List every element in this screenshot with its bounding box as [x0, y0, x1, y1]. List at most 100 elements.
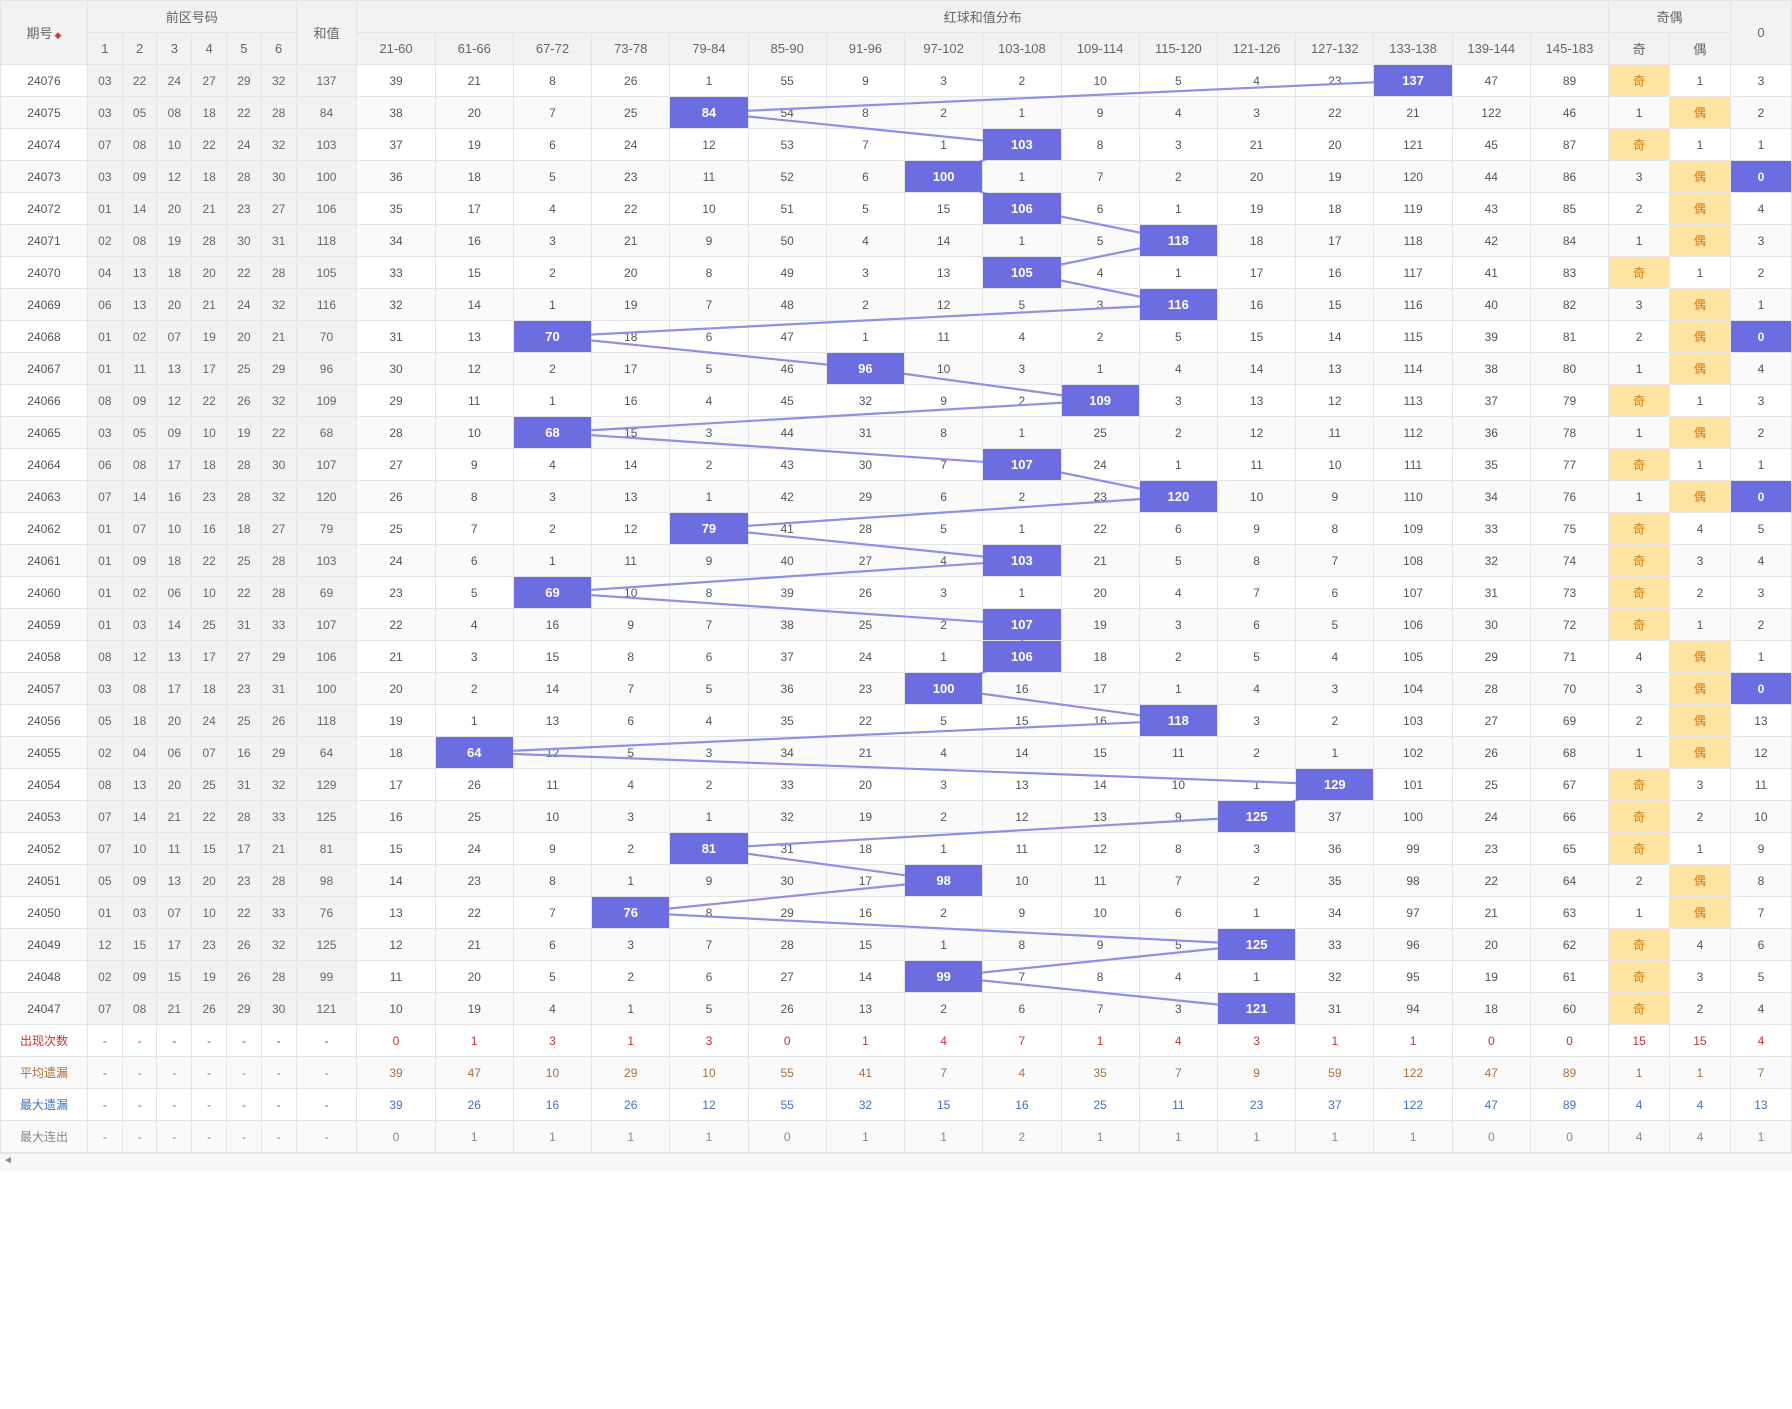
cell-ball: 02: [87, 737, 122, 769]
cell-dist: 16: [1061, 705, 1139, 737]
cell-even: 2: [1670, 801, 1731, 833]
cell-dist: 100: [1374, 801, 1452, 833]
cell-issue: 24074: [1, 129, 88, 161]
cell-dist: 8: [513, 65, 591, 97]
cell-even: 1: [1670, 609, 1731, 641]
cell-dist: 44: [748, 417, 826, 449]
cell-ball: 01: [87, 193, 122, 225]
cell-odd: 奇: [1609, 449, 1670, 481]
cell-dist: 112: [1374, 417, 1452, 449]
cell-odd: 奇: [1609, 65, 1670, 97]
cell-dist: 7: [592, 673, 670, 705]
cell-dist: 30: [1452, 609, 1530, 641]
cell-dist: 105: [1374, 641, 1452, 673]
cell-odd: 奇: [1609, 929, 1670, 961]
stat-row: 出现次数-------013130147143110015154: [1, 1025, 1792, 1057]
cell-dist: 6: [670, 961, 748, 993]
stat-cell: 0: [1452, 1025, 1530, 1057]
cell-dist: 2: [1217, 737, 1295, 769]
cell-dist: 29: [357, 385, 435, 417]
cell-ball: 01: [87, 577, 122, 609]
cell-dist: 38: [357, 97, 435, 129]
cell-even: 偶: [1670, 161, 1731, 193]
cell-ball: 09: [122, 385, 157, 417]
cell-ball: 22: [192, 129, 227, 161]
cell-dist: 7: [513, 897, 591, 929]
cell-dist: 7: [670, 929, 748, 961]
cell-ball: 20: [192, 865, 227, 897]
cell-dist: 1: [905, 641, 983, 673]
cell-dist: 3: [905, 769, 983, 801]
col-issue[interactable]: 期号◆: [1, 1, 88, 65]
cell-ball: 03: [87, 673, 122, 705]
stat-cell: 7: [1730, 1057, 1791, 1089]
cell-ball: 14: [122, 801, 157, 833]
cell-dist: 61: [1530, 961, 1608, 993]
table-row: 2406608091222263210929111164453292109313…: [1, 385, 1792, 417]
cell-ball: 22: [227, 897, 262, 929]
cell-dist: 47: [1452, 65, 1530, 97]
cell-issue: 24048: [1, 961, 88, 993]
cell-dist-hit: 107: [983, 449, 1061, 481]
cell-ball: 32: [261, 385, 296, 417]
cell-zero: 4: [1730, 545, 1791, 577]
cell-ball: 08: [87, 641, 122, 673]
col-range: 103-108: [983, 33, 1061, 65]
cell-dist: 3: [670, 737, 748, 769]
cell-dist: 31: [748, 833, 826, 865]
cell-sum: 100: [296, 673, 357, 705]
scroll-left-icon[interactable]: ◄: [3, 1155, 13, 1166]
cell-dist: 8: [435, 481, 513, 513]
cell-dist-hit: 100: [905, 673, 983, 705]
table-row: 2405207101115172181152492813118111128336…: [1, 833, 1792, 865]
cell-dist: 4: [513, 193, 591, 225]
cell-dist: 29: [1452, 641, 1530, 673]
cell-ball: 23: [192, 481, 227, 513]
table-container: 期号◆ 前区号码 和值 红球和值分布 奇偶 0 12345621-6061-66…: [0, 0, 1792, 1171]
cell-ball: 22: [261, 417, 296, 449]
cell-ball: 01: [87, 321, 122, 353]
cell-dist: 13: [513, 705, 591, 737]
cell-dist: 15: [826, 929, 904, 961]
cell-dist: 4: [1061, 257, 1139, 289]
cell-dist: 26: [357, 481, 435, 513]
cell-dist: 20: [826, 769, 904, 801]
cell-dist: 10: [1061, 897, 1139, 929]
cell-dist: 16: [1296, 257, 1374, 289]
stat-cell: 89: [1530, 1089, 1608, 1121]
cell-ball: 02: [122, 321, 157, 353]
cell-even: 偶: [1670, 289, 1731, 321]
cell-dist: 23: [1296, 65, 1374, 97]
cell-sum: 99: [296, 961, 357, 993]
stat-cell: -: [122, 1121, 157, 1153]
cell-dist: 13: [1296, 353, 1374, 385]
stat-cell: -: [296, 1089, 357, 1121]
col-front-group: 前区号码: [87, 1, 296, 33]
stat-cell: 1: [1061, 1025, 1139, 1057]
stat-row: 最大遗漏-------39261626125532151625112337122…: [1, 1089, 1792, 1121]
cell-zero: 0: [1730, 161, 1791, 193]
cell-ball: 33: [261, 897, 296, 929]
cell-ball: 20: [157, 193, 192, 225]
sort-indicator-icon: ◆: [55, 30, 62, 40]
table-row: 2404707082126293012110194152613267312131…: [1, 993, 1792, 1025]
cell-zero: 6: [1730, 929, 1791, 961]
stat-cell: 23: [1217, 1089, 1295, 1121]
horizontal-scrollbar[interactable]: ◄: [0, 1153, 1792, 1171]
cell-dist: 37: [748, 641, 826, 673]
cell-dist: 9: [1061, 97, 1139, 129]
cell-dist: 5: [905, 705, 983, 737]
cell-dist: 16: [357, 801, 435, 833]
stat-cell: 16: [983, 1089, 1061, 1121]
cell-ball: 06: [157, 577, 192, 609]
cell-dist: 4: [905, 737, 983, 769]
cell-issue: 24049: [1, 929, 88, 961]
cell-ball: 08: [122, 449, 157, 481]
cell-dist: 24: [592, 129, 670, 161]
cell-dist: 9: [1217, 513, 1295, 545]
cell-dist: 37: [1452, 385, 1530, 417]
cell-ball: 28: [192, 225, 227, 257]
cell-dist: 45: [748, 385, 826, 417]
cell-dist-hit: 107: [983, 609, 1061, 641]
cell-dist: 30: [826, 449, 904, 481]
